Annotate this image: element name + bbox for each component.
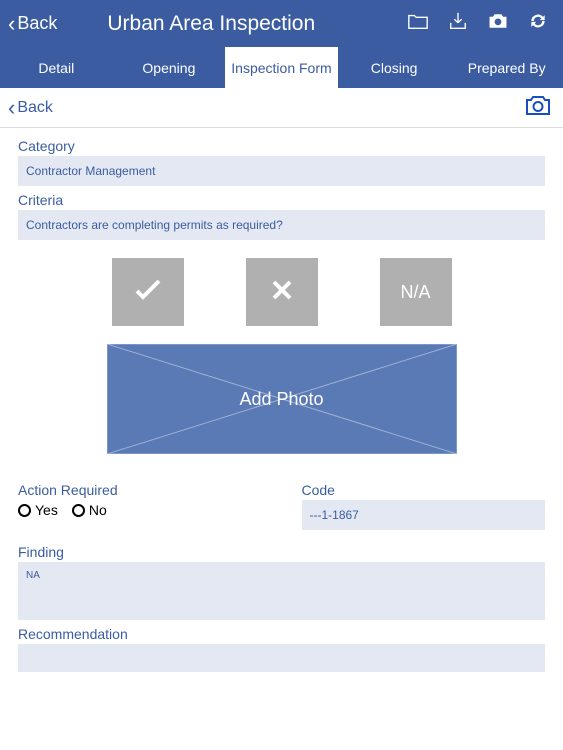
add-photo-label: Add Photo: [239, 389, 323, 410]
page-title: Urban Area Inspection: [107, 12, 407, 36]
sub-header: ‹ Back: [0, 88, 563, 128]
recommendation-label: Recommendation: [18, 626, 545, 642]
finding-value[interactable]: NA: [18, 562, 545, 620]
pass-button[interactable]: [112, 258, 184, 326]
tab-prepared-by[interactable]: Prepared By: [450, 47, 563, 88]
tab-closing[interactable]: Closing: [338, 47, 451, 88]
camera-icon[interactable]: [487, 11, 509, 36]
add-photo-area[interactable]: Add Photo: [107, 344, 457, 454]
form-content: Category Contractor Management Criteria …: [0, 128, 563, 672]
category-value[interactable]: Contractor Management: [18, 156, 545, 186]
folder-icon[interactable]: [407, 11, 429, 36]
radio-yes[interactable]: Yes: [18, 502, 58, 518]
tab-inspection-form[interactable]: Inspection Form: [225, 47, 338, 88]
category-label: Category: [18, 138, 545, 154]
finding-label: Finding: [18, 544, 545, 560]
criteria-value[interactable]: Contractors are completing permits as re…: [18, 210, 545, 240]
check-icon: [134, 279, 162, 306]
fail-button[interactable]: [246, 258, 318, 326]
sync-icon[interactable]: [527, 11, 549, 36]
capture-photo-button[interactable]: [525, 94, 551, 121]
download-icon[interactable]: [447, 11, 469, 36]
radio-icon: [72, 504, 85, 517]
radio-no[interactable]: No: [72, 502, 107, 518]
action-required-label: Action Required: [18, 482, 262, 498]
main-header: ‹ Back Urban Area Inspection: [0, 0, 563, 47]
tab-detail[interactable]: Detail: [0, 47, 113, 88]
recommendation-value[interactable]: [18, 644, 545, 672]
yes-label: Yes: [35, 502, 58, 518]
na-button[interactable]: N/A: [380, 258, 452, 326]
rating-buttons: N/A: [18, 258, 545, 326]
radio-icon: [18, 504, 31, 517]
code-label: Code: [302, 482, 546, 498]
sub-back-label: Back: [17, 99, 53, 117]
no-label: No: [89, 502, 107, 518]
action-required-radios: Yes No: [18, 502, 262, 518]
sub-back-button[interactable]: ‹ Back: [8, 97, 53, 119]
criteria-label: Criteria: [18, 192, 545, 208]
chevron-left-icon: ‹: [8, 13, 15, 35]
chevron-left-icon: ‹: [8, 97, 15, 119]
code-value[interactable]: ---1-1867: [302, 500, 546, 530]
x-icon: [271, 279, 293, 306]
header-back-label: Back: [17, 13, 57, 34]
tab-bar: Detail Opening Inspection Form Closing P…: [0, 47, 563, 88]
header-back-button[interactable]: ‹ Back: [8, 13, 57, 35]
tab-opening[interactable]: Opening: [113, 47, 226, 88]
header-actions: [407, 11, 555, 36]
